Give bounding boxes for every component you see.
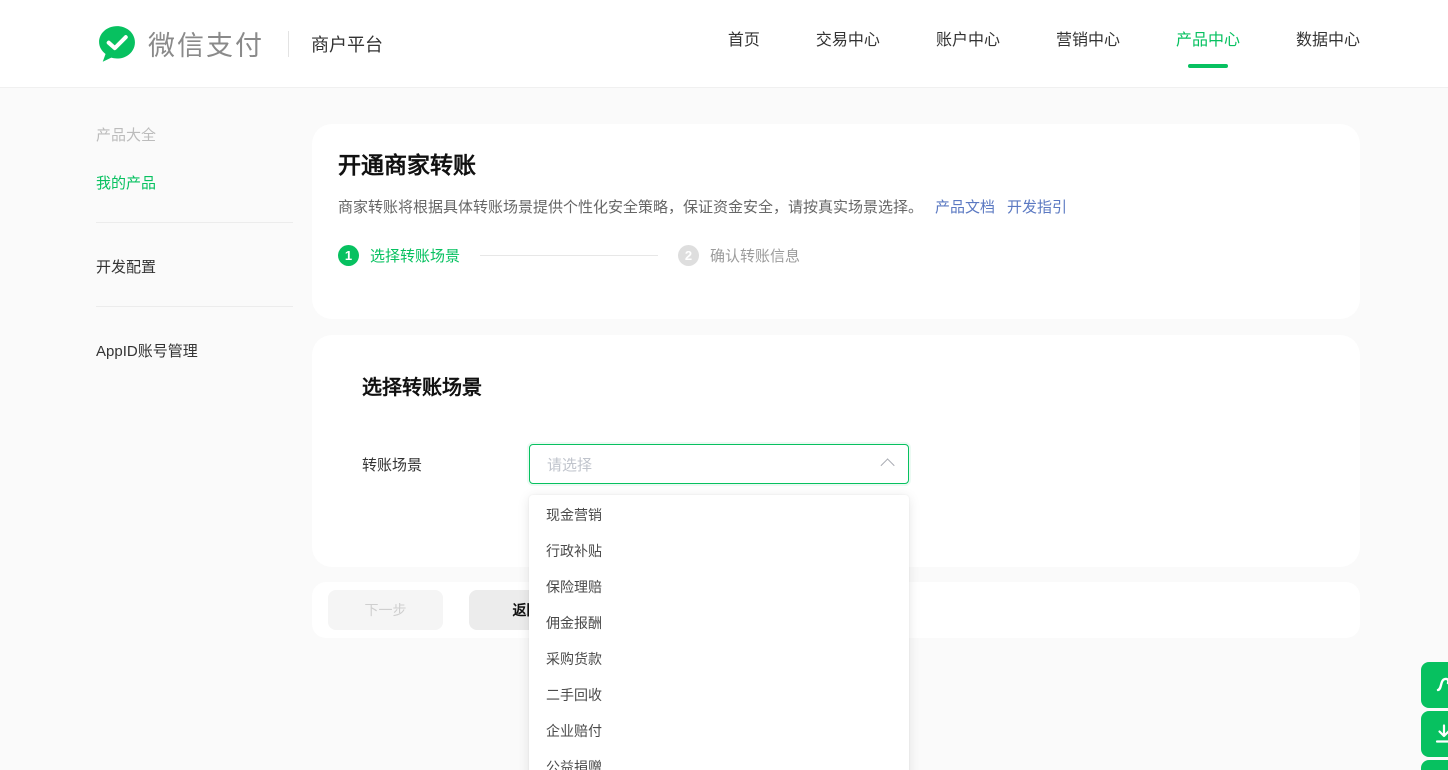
step-2-label: 确认转账信息	[710, 245, 800, 266]
dropdown-option-secondhand-recycle[interactable]: 二手回收	[529, 677, 909, 713]
dropdown-option-enterprise-compensation[interactable]: 企业赔付	[529, 713, 909, 749]
step-2: 2 确认转账信息	[678, 245, 800, 266]
step-1-number: 1	[338, 245, 359, 266]
chevron-up-icon	[881, 458, 895, 472]
nav-item-account[interactable]: 账户中心	[936, 16, 1000, 72]
floating-toolbar	[1421, 662, 1448, 770]
product-doc-link[interactable]: 产品文档	[935, 199, 995, 216]
nav-item-marketing[interactable]: 营销中心	[1056, 16, 1120, 72]
sidebar-divider	[96, 306, 293, 307]
nav-item-data[interactable]: 数据中心	[1296, 16, 1360, 72]
survey-button[interactable]	[1421, 760, 1448, 770]
brand: 微信支付 商户平台	[0, 23, 383, 65]
sidebar-divider	[96, 222, 293, 223]
sidebar-item-appid-management[interactable]: AppID账号管理	[96, 340, 198, 361]
step-1: 1 选择转账场景	[338, 245, 460, 266]
sidebar-group-products[interactable]: 产品大全	[96, 124, 156, 145]
dropdown-option-admin-subsidy[interactable]: 行政补贴	[529, 533, 909, 569]
nav-item-products[interactable]: 产品中心	[1176, 16, 1240, 72]
nav-item-home[interactable]: 首页	[728, 16, 760, 72]
step-2-number: 2	[678, 245, 699, 266]
customer-service-icon	[1433, 674, 1448, 696]
dropdown-option-commission[interactable]: 佣金报酬	[529, 605, 909, 641]
step-connector-line	[480, 255, 658, 256]
dropdown-option-procurement[interactable]: 采购货款	[529, 641, 909, 677]
download-icon	[1433, 723, 1448, 745]
select-placeholder: 请选择	[547, 454, 592, 475]
download-button[interactable]	[1421, 711, 1448, 757]
page-description-text: 商家转账将根据具体转账场景提供个性化安全策略，保证资金安全，请按真实场景选择。	[338, 199, 923, 216]
dropdown-option-insurance-claim[interactable]: 保险理赔	[529, 569, 909, 605]
sidebar: 产品大全 我的产品 开发配置 AppID账号管理	[0, 88, 312, 770]
dropdown-option-cash-marketing[interactable]: 现金营销	[529, 497, 909, 533]
step-indicator: 1 选择转账场景 2 确认转账信息	[338, 245, 1334, 266]
dev-guide-link[interactable]: 开发指引	[1007, 199, 1067, 216]
wechat-pay-logo-icon	[96, 23, 138, 65]
intro-card: 开通商家转账 商家转账将根据具体转账场景提供个性化安全策略，保证资金安全，请按真…	[312, 124, 1360, 319]
page-title: 开通商家转账	[338, 152, 1334, 180]
next-step-button[interactable]: 下一步	[328, 590, 443, 630]
step-1-label: 选择转账场景	[370, 245, 460, 266]
transfer-scene-label: 转账场景	[362, 454, 529, 475]
section-title: 选择转账场景	[362, 371, 1310, 400]
sidebar-item-dev-config[interactable]: 开发配置	[96, 256, 156, 277]
nav-item-transactions[interactable]: 交易中心	[816, 16, 880, 72]
top-header: 微信支付 商户平台 首页 交易中心 账户中心 营销中心 产品中心 数据中心	[0, 0, 1448, 88]
brand-divider	[288, 31, 289, 57]
brand-wordmark: 微信支付	[148, 24, 264, 63]
transfer-scene-row: 转账场景 请选择	[362, 444, 1310, 484]
sidebar-item-my-products[interactable]: 我的产品	[96, 172, 156, 193]
main-nav: 首页 交易中心 账户中心 营销中心 产品中心 数据中心	[672, 16, 1448, 72]
brand-portal-label: 商户平台	[311, 31, 383, 57]
transfer-scene-dropdown: 现金营销 行政补贴 保险理赔 佣金报酬 采购货款 二手回收 企业赔付 公益捐赠	[529, 495, 909, 770]
transfer-scene-select[interactable]: 请选择	[529, 444, 909, 484]
customer-service-button[interactable]	[1421, 662, 1448, 708]
dropdown-option-clipped[interactable]: 公益捐赠	[529, 749, 909, 770]
page-description: 商家转账将根据具体转账场景提供个性化安全策略，保证资金安全，请按真实场景选择。产…	[338, 196, 1334, 217]
